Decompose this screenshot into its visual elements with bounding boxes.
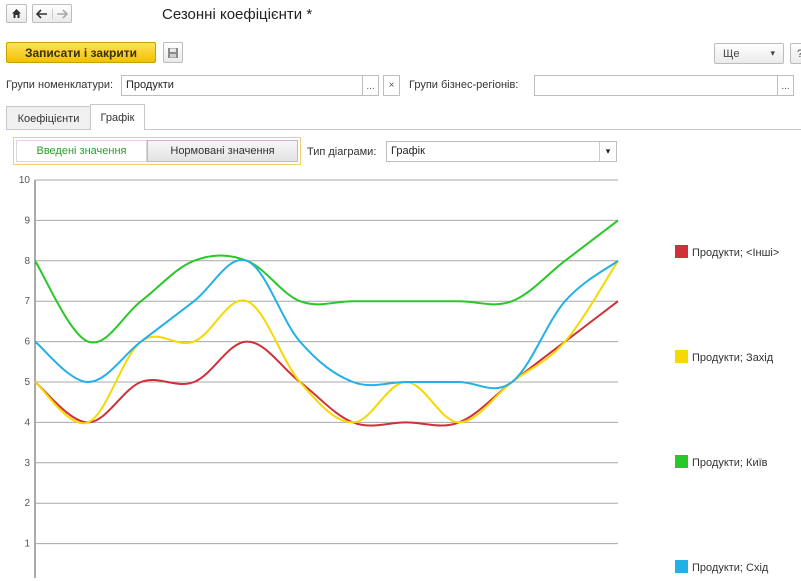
chevron-down-icon[interactable]: ▾: [599, 142, 616, 161]
normalized-values-button[interactable]: Нормовані значення: [147, 140, 298, 162]
y-tick-label: 3: [24, 458, 30, 469]
legend-label: Продукти; Київ: [692, 457, 768, 469]
legend-swatch: [675, 560, 688, 573]
nomenclature-groups-label: Групи номенклатури:: [6, 79, 114, 91]
more-menu-button[interactable]: Ще ▾: [714, 43, 784, 64]
chart-area: 1 2 3 4 5 6 7 8 9 10 Продукти; <Інші> Продукти; Зах…: [6, 168, 801, 578]
y-tick-label: 6: [24, 337, 30, 348]
floppy-disk-icon: [168, 47, 178, 58]
business-regions-label: Групи бізнес-регіонів:: [409, 79, 519, 91]
page-title: Сезонні коефіцієнти *: [162, 6, 313, 23]
more-label: Ще: [723, 47, 740, 60]
y-tick-label: 4: [24, 417, 30, 428]
tab-active-gap: [91, 129, 144, 130]
help-button[interactable]: ?: [790, 43, 801, 64]
chevron-down-icon: ▾: [770, 48, 775, 58]
save-and-close-button[interactable]: Записати і закрити: [6, 42, 156, 63]
entered-values-button[interactable]: Введені значення: [16, 140, 147, 162]
legend-swatch: [675, 455, 688, 468]
y-tick-label: 1: [24, 539, 30, 550]
legend-label: Продукти; Схід: [692, 562, 769, 574]
nomenclature-groups-field[interactable]: Продукти: [121, 75, 363, 96]
home-button[interactable]: [6, 4, 27, 23]
y-tick-label: 2: [24, 498, 30, 509]
chart-type-value: Графік: [391, 145, 425, 157]
line-chart: 1 2 3 4 5 6 7 8 9 10 Продукти; <Інші> Продукти; Зах…: [19, 175, 779, 578]
regions-select-button[interactable]: ...: [777, 75, 794, 96]
history-nav: [32, 4, 72, 23]
save-button[interactable]: [163, 42, 183, 63]
business-regions-field[interactable]: [534, 75, 778, 96]
legend-label: Продукти; <Інші>: [692, 247, 779, 259]
tab-coefficients[interactable]: Коефіцієнти: [6, 106, 91, 130]
forward-button[interactable]: [53, 8, 72, 19]
arrow-left-icon: [36, 8, 48, 19]
y-tick-label: 7: [24, 296, 30, 307]
series-line-3: [34, 219, 619, 344]
chart-type-label: Тип діаграми:: [307, 146, 377, 158]
legend-swatch: [675, 350, 688, 363]
legend-label: Продукти; Захід: [692, 352, 774, 364]
home-icon: [12, 9, 21, 18]
legend-swatch: [675, 245, 688, 258]
y-tick-label: 10: [19, 175, 31, 186]
nomenclature-clear-button[interactable]: ×: [383, 75, 400, 96]
chart-type-select[interactable]: Графік ▾: [386, 141, 617, 162]
tab-chart[interactable]: Графік: [90, 104, 145, 130]
back-button[interactable]: [33, 8, 53, 19]
y-tick-label: 8: [24, 256, 30, 267]
arrow-right-icon: [56, 8, 68, 19]
nomenclature-select-button[interactable]: ...: [362, 75, 379, 96]
y-tick-label: 5: [24, 377, 30, 388]
y-tick-label: 9: [24, 215, 30, 226]
